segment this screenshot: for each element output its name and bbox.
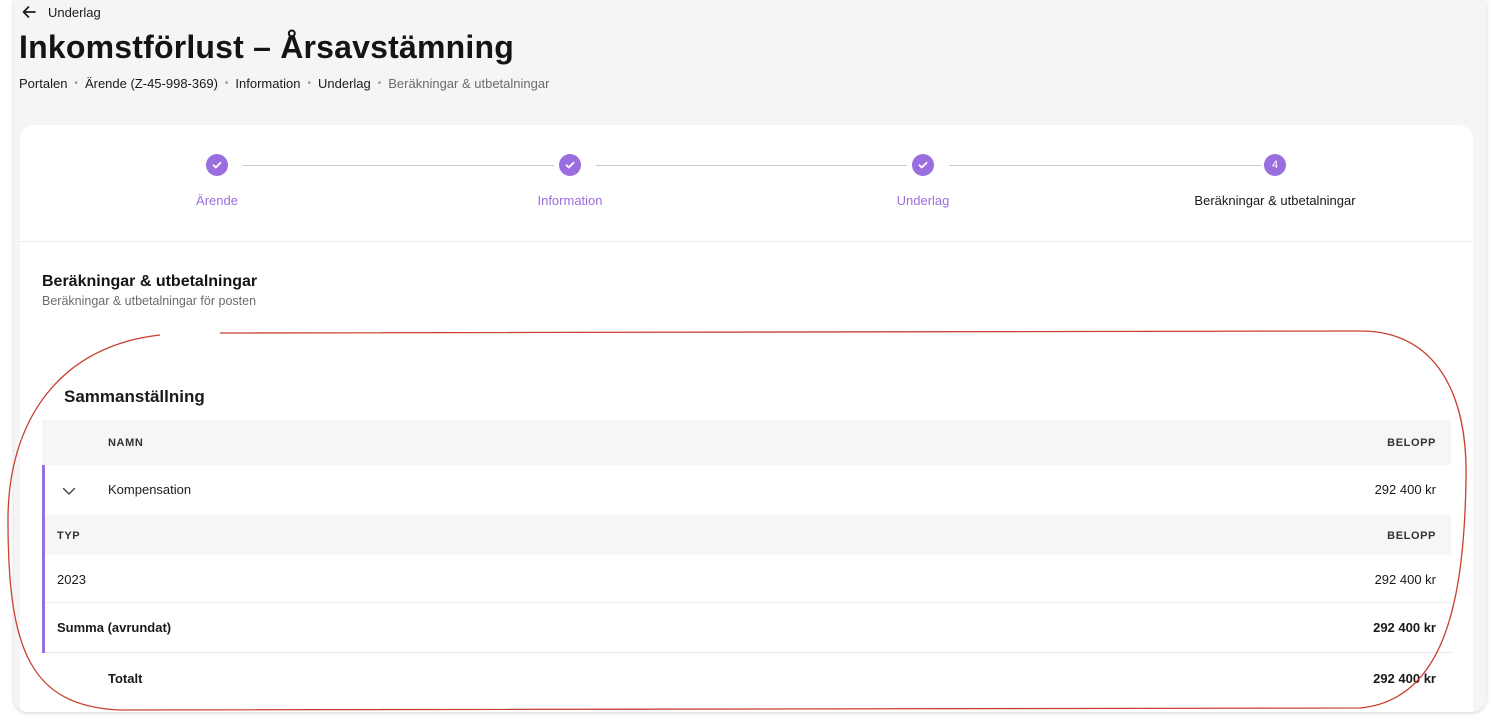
- step-label-arende[interactable]: Ärende: [196, 193, 238, 208]
- step-connector: [243, 165, 554, 166]
- section-title: Beräkningar & utbetalningar: [42, 273, 258, 290]
- total-amount: 292 400 kr: [1373, 671, 1436, 686]
- step-1-check-icon[interactable]: [206, 154, 228, 176]
- breadcrumb-separator: •: [377, 78, 382, 89]
- breadcrumb: Portalen • Ärende (Z-45-998-369) • Infor…: [19, 76, 549, 91]
- breadcrumb-item-underlag[interactable]: Underlag: [318, 76, 371, 91]
- breadcrumb-item-portalen[interactable]: Portalen: [19, 76, 67, 91]
- step-label-information[interactable]: Information: [537, 193, 602, 208]
- back-link[interactable]: Underlag: [20, 3, 101, 21]
- column-header-amount: BELOPP: [1387, 437, 1436, 449]
- sum-row: Summa (avrundat) 292 400 kr: [45, 603, 1451, 653]
- page-title: Inkomstförlust – Årsavstämning: [19, 29, 514, 65]
- step-connector: [949, 165, 1261, 166]
- column-header-sub-amount: BELOPP: [1387, 530, 1436, 542]
- total-row: Totalt 292 400 kr: [42, 653, 1451, 703]
- sum-amount: 292 400 kr: [1373, 620, 1436, 635]
- table-row-kompensation[interactable]: Kompensation 292 400 kr: [45, 465, 1451, 515]
- breadcrumb-separator: •: [224, 78, 229, 89]
- arrow-left-icon: [22, 6, 36, 18]
- breadcrumb-separator: •: [74, 78, 78, 89]
- summary-title: Sammanställning: [64, 387, 205, 406]
- row-amount: 292 400 kr: [1374, 482, 1436, 497]
- row-name: Kompensation: [108, 482, 192, 497]
- sum-label: Summa (avrundat): [57, 620, 172, 635]
- row-amount: 292 400 kr: [1374, 572, 1436, 587]
- back-link-label: Underlag: [48, 4, 101, 20]
- step-label-berakningar: Beräkningar & utbetalningar: [1194, 193, 1356, 208]
- expanded-group: Kompensation 292 400 kr TYP BELOPP 2023 …: [42, 465, 1451, 653]
- stepper: 4 Ärende Information Underlag Beräkninga…: [20, 125, 1473, 242]
- step-label-underlag[interactable]: Underlag: [897, 193, 950, 208]
- step-connector: [596, 165, 907, 166]
- column-header-name: NAMN: [108, 437, 144, 449]
- row-type: 2023: [57, 572, 86, 587]
- summary-table-header: NAMN BELOPP: [42, 420, 1451, 465]
- breadcrumb-item-current: Beräkningar & utbetalningar: [388, 76, 550, 91]
- step-4-number[interactable]: 4: [1264, 154, 1286, 176]
- breadcrumb-separator: •: [307, 78, 311, 89]
- breadcrumb-item-arende[interactable]: Ärende (Z-45-998-369): [85, 76, 218, 91]
- table-row: 2023 292 400 kr: [45, 555, 1451, 603]
- breadcrumb-item-information[interactable]: Information: [235, 76, 300, 91]
- chevron-down-icon[interactable]: [61, 483, 77, 499]
- step-2-check-icon[interactable]: [559, 154, 581, 176]
- column-header-type: TYP: [57, 530, 81, 542]
- section-subtitle: Beräkningar & utbetalningar för posten: [42, 294, 257, 308]
- content-card: 4 Ärende Information Underlag Beräkninga…: [20, 125, 1473, 712]
- sub-table-header: TYP BELOPP: [45, 515, 1451, 555]
- step-3-check-icon[interactable]: [912, 154, 934, 176]
- total-label: Totalt: [108, 671, 143, 686]
- app-window: Underlag Inkomstförlust – Årsavstämning …: [14, 0, 1486, 712]
